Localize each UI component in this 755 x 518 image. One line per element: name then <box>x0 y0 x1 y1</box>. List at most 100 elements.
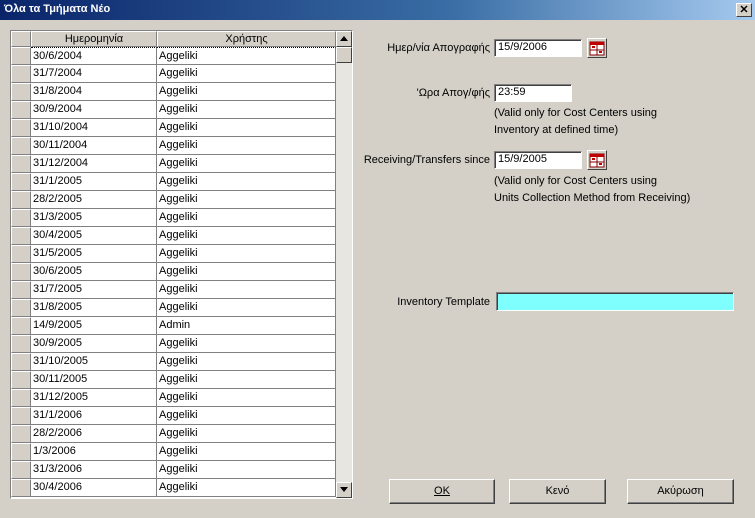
table-row[interactable]: 31/7/2005 Aggeliki <box>11 281 336 299</box>
date-cell[interactable]: 31/8/2005 <box>31 299 157 317</box>
table-row[interactable]: 30/4/2006 Aggeliki <box>11 479 336 497</box>
clear-button[interactable]: Κενό <box>509 479 606 504</box>
row-indicator[interactable] <box>11 209 31 227</box>
date-cell[interactable]: 1/3/2006 <box>31 443 157 461</box>
date-cell[interactable]: 31/5/2005 <box>31 245 157 263</box>
table-row[interactable]: 31/10/2004 Aggeliki <box>11 119 336 137</box>
row-indicator[interactable] <box>11 155 31 173</box>
row-indicator[interactable] <box>11 47 31 65</box>
receiving-since-calendar-button[interactable] <box>587 150 607 170</box>
table-row[interactable]: 31/3/2006 Aggeliki <box>11 461 336 479</box>
user-cell[interactable]: Aggeliki <box>157 353 336 371</box>
close-button[interactable]: ✕ <box>736 3 752 17</box>
table-row[interactable]: 31/3/2005 Aggeliki <box>11 209 336 227</box>
user-cell[interactable]: Aggeliki <box>157 443 336 461</box>
row-indicator[interactable] <box>11 227 31 245</box>
date-cell[interactable]: 31/1/2006 <box>31 407 157 425</box>
user-cell[interactable]: Aggeliki <box>157 119 336 137</box>
table-row[interactable]: 31/1/2006 Aggeliki <box>11 407 336 425</box>
user-cell[interactable]: Aggeliki <box>157 407 336 425</box>
user-cell[interactable]: Aggeliki <box>157 263 336 281</box>
user-cell[interactable]: Aggeliki <box>157 461 336 479</box>
ok-button[interactable]: OK <box>389 479 495 504</box>
table-row[interactable]: 31/8/2004 Aggeliki <box>11 83 336 101</box>
date-cell[interactable]: 31/12/2005 <box>31 389 157 407</box>
scroll-thumb[interactable] <box>336 47 352 63</box>
inventory-grid[interactable]: Ημερομηνία Χρήστης 30/6/2004 Aggeliki 31/7… <box>10 30 353 499</box>
date-cell[interactable]: 30/4/2006 <box>31 479 157 497</box>
date-cell[interactable]: 31/3/2006 <box>31 461 157 479</box>
table-row[interactable]: 31/12/2005 Aggeliki <box>11 389 336 407</box>
user-cell[interactable]: Aggeliki <box>157 191 336 209</box>
scroll-down-button[interactable] <box>336 482 352 498</box>
inventory-template-input[interactable] <box>496 292 734 311</box>
user-cell[interactable]: Aggeliki <box>157 47 336 65</box>
scroll-up-button[interactable] <box>336 31 352 47</box>
row-indicator[interactable] <box>11 389 31 407</box>
table-row[interactable]: 30/9/2004 Aggeliki <box>11 101 336 119</box>
user-cell[interactable]: Aggeliki <box>157 173 336 191</box>
table-row[interactable]: 28/2/2005 Aggeliki <box>11 191 336 209</box>
user-cell[interactable]: Aggeliki <box>157 209 336 227</box>
table-row[interactable]: 31/8/2005 Aggeliki <box>11 299 336 317</box>
user-cell[interactable]: Aggeliki <box>157 425 336 443</box>
row-indicator[interactable] <box>11 137 31 155</box>
date-cell[interactable]: 31/7/2004 <box>31 65 157 83</box>
inventory-time-input[interactable]: 23:59 <box>494 84 572 102</box>
row-indicator[interactable] <box>11 65 31 83</box>
user-cell[interactable]: Aggeliki <box>157 137 336 155</box>
table-row[interactable]: 30/9/2005 Aggeliki <box>11 335 336 353</box>
date-cell[interactable]: 31/10/2004 <box>31 119 157 137</box>
column-header-user[interactable]: Χρήστης <box>157 31 336 47</box>
table-row[interactable]: 30/4/2005 Aggeliki <box>11 227 336 245</box>
vertical-scrollbar[interactable] <box>336 31 352 498</box>
row-indicator[interactable] <box>11 425 31 443</box>
table-row[interactable]: 31/5/2005 Aggeliki <box>11 245 336 263</box>
date-cell[interactable]: 31/8/2004 <box>31 83 157 101</box>
date-cell[interactable]: 30/9/2005 <box>31 335 157 353</box>
date-cell[interactable]: 30/6/2005 <box>31 263 157 281</box>
row-indicator[interactable] <box>11 173 31 191</box>
date-cell[interactable]: 14/9/2005 <box>31 317 157 335</box>
date-cell[interactable]: 31/7/2005 <box>31 281 157 299</box>
row-indicator[interactable] <box>11 101 31 119</box>
row-indicator[interactable] <box>11 371 31 389</box>
row-indicator[interactable] <box>11 407 31 425</box>
inventory-date-calendar-button[interactable] <box>587 38 607 58</box>
cancel-button[interactable]: Ακύρωση <box>627 479 734 504</box>
row-indicator[interactable] <box>11 335 31 353</box>
date-cell[interactable]: 30/11/2004 <box>31 137 157 155</box>
user-cell[interactable]: Aggeliki <box>157 389 336 407</box>
table-row[interactable]: 31/1/2005 Aggeliki <box>11 173 336 191</box>
table-row[interactable]: 28/2/2006 Aggeliki <box>11 425 336 443</box>
receiving-since-input[interactable]: 15/9/2005 <box>494 151 582 169</box>
column-header-date[interactable]: Ημερομηνία <box>31 31 157 47</box>
row-indicator[interactable] <box>11 461 31 479</box>
table-row[interactable]: 30/11/2005 Aggeliki <box>11 371 336 389</box>
date-cell[interactable]: 31/12/2004 <box>31 155 157 173</box>
date-cell[interactable]: 31/1/2005 <box>31 173 157 191</box>
row-indicator[interactable] <box>11 281 31 299</box>
row-indicator[interactable] <box>11 191 31 209</box>
date-cell[interactable]: 28/2/2006 <box>31 425 157 443</box>
date-cell[interactable]: 30/9/2004 <box>31 101 157 119</box>
row-indicator[interactable] <box>11 299 31 317</box>
user-cell[interactable]: Aggeliki <box>157 281 336 299</box>
date-cell[interactable]: 31/10/2005 <box>31 353 157 371</box>
table-row[interactable]: 30/6/2004 Aggeliki <box>11 47 336 65</box>
row-indicator[interactable] <box>11 245 31 263</box>
date-cell[interactable]: 30/6/2004 <box>31 47 157 65</box>
date-cell[interactable]: 28/2/2005 <box>31 191 157 209</box>
row-indicator[interactable] <box>11 83 31 101</box>
user-cell[interactable]: Aggeliki <box>157 83 336 101</box>
user-cell[interactable]: Aggeliki <box>157 245 336 263</box>
table-row[interactable]: 14/9/2005 Admin <box>11 317 336 335</box>
user-cell[interactable]: Aggeliki <box>157 227 336 245</box>
table-row[interactable]: 30/6/2005 Aggeliki <box>11 263 336 281</box>
table-row[interactable]: 31/7/2004 Aggeliki <box>11 65 336 83</box>
user-cell[interactable]: Aggeliki <box>157 65 336 83</box>
user-cell[interactable]: Aggeliki <box>157 299 336 317</box>
row-indicator[interactable] <box>11 353 31 371</box>
row-indicator[interactable] <box>11 479 31 497</box>
date-cell[interactable]: 31/3/2005 <box>31 209 157 227</box>
